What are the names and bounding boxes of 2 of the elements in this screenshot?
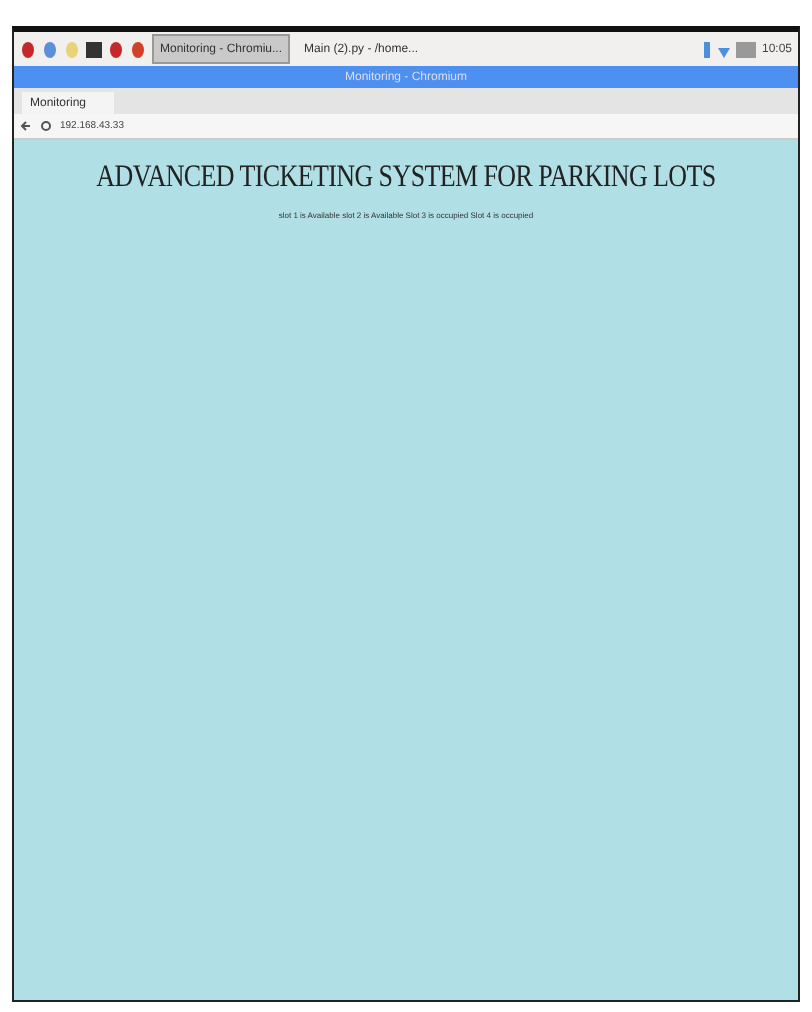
page-heading: ADVANCED TICKETING SYSTEM FOR PARKING LOTS bbox=[96, 156, 716, 196]
back-icon[interactable] bbox=[20, 120, 32, 132]
